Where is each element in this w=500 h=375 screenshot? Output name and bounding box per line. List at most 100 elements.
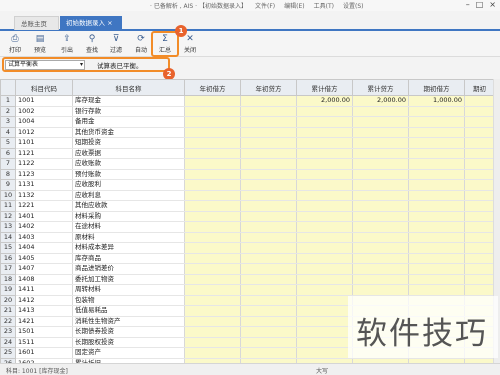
table-cell[interactable]: 24 — [0, 336, 16, 348]
col-header[interactable]: 累计借方 — [296, 79, 353, 96]
table-cell[interactable] — [408, 190, 465, 201]
table-cell[interactable]: 6 — [0, 147, 16, 159]
filter-button[interactable]: ⊽ 过滤 — [105, 34, 127, 56]
table-cell[interactable] — [240, 106, 297, 117]
menu-tools[interactable]: 工具(T) — [314, 1, 334, 10]
table-cell[interactable] — [464, 148, 495, 159]
col-header[interactable]: 累计贷方 — [352, 79, 409, 96]
table-cell[interactable]: 1002 — [15, 106, 73, 117]
table-cell[interactable] — [240, 95, 297, 107]
table-cell[interactable] — [352, 253, 409, 264]
export-button[interactable]: ⇪ 引出 — [56, 34, 78, 56]
table-cell[interactable] — [296, 242, 353, 254]
table-cell[interactable] — [352, 284, 409, 296]
table-row[interactable]: 7 1122 应收账款 — [0, 158, 495, 170]
table-cell[interactable] — [352, 169, 409, 180]
table-cell[interactable] — [184, 106, 241, 117]
table-row[interactable]: 11 1221 其他应收款 — [0, 200, 495, 212]
table-cell[interactable] — [408, 200, 465, 212]
table-cell[interactable] — [352, 274, 409, 285]
table-cell[interactable] — [296, 116, 353, 128]
table-cell[interactable] — [408, 169, 465, 180]
table-cell[interactable] — [184, 211, 241, 222]
table-cell[interactable]: 22 — [0, 315, 16, 327]
table-cell[interactable]: 8 — [0, 168, 16, 180]
table-cell[interactable]: 应收利息 — [72, 190, 185, 201]
close-button[interactable]: ✕ 关闭 — [179, 34, 201, 56]
table-cell[interactable]: 1221 — [15, 200, 73, 212]
table-cell[interactable]: 1101 — [15, 137, 73, 149]
table-cell[interactable]: 1412 — [15, 295, 73, 306]
table-cell[interactable]: 1131 — [15, 179, 73, 191]
table-cell[interactable] — [408, 232, 465, 243]
table-cell[interactable]: 1004 — [15, 116, 73, 128]
col-header[interactable]: 年初借方 — [184, 79, 241, 96]
table-cell[interactable] — [408, 148, 465, 159]
table-cell[interactable]: 短期投资 — [72, 137, 185, 149]
table-cell[interactable] — [464, 284, 495, 296]
table-cell[interactable] — [184, 337, 241, 348]
minimize-icon[interactable]: – — [466, 0, 470, 9]
table-cell[interactable] — [184, 263, 241, 275]
table-cell[interactable] — [464, 158, 495, 170]
table-cell[interactable]: 1408 — [15, 274, 73, 285]
menu-file[interactable]: 文件(F) — [255, 1, 275, 10]
table-cell[interactable] — [296, 284, 353, 296]
table-row[interactable]: 17 1407 商品进销差价 — [0, 263, 495, 275]
table-cell[interactable] — [464, 127, 495, 138]
table-cell[interactable]: 长期股权投资 — [72, 337, 185, 348]
maximize-icon[interactable]: □ — [476, 0, 484, 9]
table-cell[interactable] — [184, 116, 241, 128]
col-header[interactable]: 期初 — [464, 79, 495, 96]
table-cell[interactable] — [464, 242, 495, 254]
table-cell[interactable] — [296, 263, 353, 275]
tab-ledger-home[interactable]: 总账主页 — [14, 16, 59, 30]
table-cell[interactable] — [464, 221, 495, 233]
find-button[interactable]: ⚲ 查找 — [81, 34, 103, 56]
table-cell[interactable] — [184, 179, 241, 191]
table-row[interactable]: 4 1012 其他货币资金 — [0, 126, 495, 138]
table-cell[interactable] — [408, 242, 465, 254]
table-cell[interactable]: 材料采购 — [72, 211, 185, 222]
table-cell[interactable]: 应收股利 — [72, 179, 185, 191]
table-cell[interactable]: 10 — [0, 189, 16, 201]
table-cell[interactable] — [296, 148, 353, 159]
table-cell[interactable] — [296, 106, 353, 117]
menu-settings[interactable]: 设置(S) — [343, 1, 364, 10]
table-row[interactable]: 3 1004 备用金 — [0, 116, 495, 128]
table-cell[interactable] — [296, 211, 353, 222]
table-cell[interactable] — [408, 127, 465, 138]
table-cell[interactable]: 1404 — [15, 242, 73, 254]
table-cell[interactable]: 其他货币资金 — [72, 127, 185, 138]
table-cell[interactable] — [184, 190, 241, 201]
table-cell[interactable]: 1601 — [15, 347, 73, 359]
table-cell[interactable]: 18 — [0, 273, 16, 285]
table-cell[interactable] — [296, 179, 353, 191]
table-cell[interactable] — [408, 106, 465, 117]
table-cell[interactable]: 1421 — [15, 316, 73, 327]
col-header[interactable]: 科目名称 — [72, 79, 185, 96]
table-cell[interactable] — [240, 337, 297, 348]
table-cell[interactable]: 库存现金 — [72, 95, 185, 107]
table-cell[interactable] — [296, 274, 353, 285]
table-cell[interactable] — [184, 200, 241, 212]
table-cell[interactable]: 25 — [0, 347, 16, 359]
table-cell[interactable]: 1402 — [15, 221, 73, 233]
col-header[interactable]: 年初贷方 — [240, 79, 297, 96]
table-cell[interactable] — [408, 221, 465, 233]
table-cell[interactable]: 1,000.00 — [408, 95, 465, 107]
table-cell[interactable] — [184, 347, 241, 359]
table-cell[interactable]: 1122 — [15, 158, 73, 170]
table-cell[interactable]: 12 — [0, 210, 16, 222]
table-cell[interactable]: 应收账款 — [72, 158, 185, 170]
table-cell[interactable]: 4 — [0, 126, 16, 138]
table-cell[interactable] — [296, 337, 353, 348]
table-cell[interactable]: 23 — [0, 326, 16, 338]
table-cell[interactable] — [408, 253, 465, 264]
table-row[interactable]: 10 1132 应收利息 — [0, 189, 495, 201]
table-cell[interactable] — [240, 305, 297, 317]
table-cell[interactable] — [240, 232, 297, 243]
table-cell[interactable]: 1012 — [15, 127, 73, 138]
table-cell[interactable] — [352, 221, 409, 233]
table-cell[interactable] — [464, 116, 495, 128]
